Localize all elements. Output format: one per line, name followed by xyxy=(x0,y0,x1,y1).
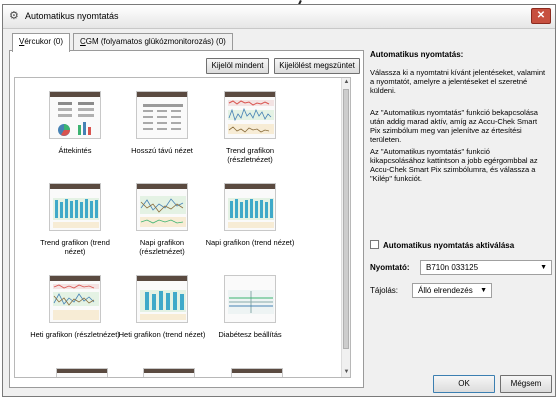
info-heading: Automatikus nyomtatás: xyxy=(370,50,464,59)
thumb-graphic xyxy=(228,100,274,134)
gear-icon: ⚙ xyxy=(9,10,19,22)
thumb-graphic xyxy=(140,290,186,320)
info-paragraph-2: Az "Automatikus nyomtatás" funkció bekap… xyxy=(370,108,538,144)
report-label: Diabétesz beállítás xyxy=(218,330,282,339)
chevron-down-icon: ▼ xyxy=(540,264,547,271)
orientation-label: Tájolás: xyxy=(370,286,399,295)
long-term-report-icon xyxy=(136,91,188,139)
report-label: Napi grafikon (trend nézet) xyxy=(205,238,295,247)
thumb-graphic xyxy=(58,102,94,136)
report-grid-scrollbar[interactable]: ▲ ▼ xyxy=(341,78,350,377)
trend-detail-report-icon xyxy=(224,91,276,139)
orientation-select[interactable]: Álló elrendezés ▼ xyxy=(412,283,492,298)
report-label: Heti grafikon (részletnézet) xyxy=(30,330,120,339)
tab-cgm[interactable]: CGM (folyamatos glükózmonitorozás) (0) xyxy=(73,33,233,51)
daily-detail-report-icon xyxy=(136,183,188,231)
cancel-button[interactable]: Mégsem xyxy=(500,375,552,393)
report-tile-partial xyxy=(56,368,108,377)
orientation-value: Álló elrendezés xyxy=(418,286,473,295)
select-all-button[interactable]: Kijelöl mindent xyxy=(206,58,269,74)
report-tile-partial xyxy=(231,368,283,377)
report-label: Heti grafikon (trend nézet) xyxy=(118,330,206,339)
diabetes-settings-report-icon xyxy=(224,275,276,323)
report-tile[interactable]: Heti grafikon (trend nézet) xyxy=(117,275,207,339)
thumb-header xyxy=(57,369,107,373)
thumb-graphic xyxy=(143,104,183,130)
report-label: Hosszú távú nézet xyxy=(131,146,193,155)
daily-trend-report-icon xyxy=(224,183,276,231)
auto-print-toggle[interactable]: Automatikus nyomtatás aktiválása xyxy=(370,240,514,250)
scroll-thumb[interactable] xyxy=(343,89,349,349)
auto-print-label: Automatikus nyomtatás aktiválása xyxy=(383,241,515,250)
thumb-header xyxy=(232,369,282,373)
overview-report-icon xyxy=(49,91,101,139)
report-grid: Áttekintés Hosszú távú nézet Trend grafi… xyxy=(14,77,351,378)
close-button[interactable]: ✕ xyxy=(531,8,551,24)
printer-label: Nyomtató: xyxy=(370,263,410,272)
report-label: Áttekintés xyxy=(58,146,92,155)
report-tile[interactable]: Napi grafikon (részletnézet) xyxy=(117,183,207,256)
report-tile[interactable]: Heti grafikon (részletnézet) xyxy=(30,275,120,339)
trend-trend-report-icon xyxy=(49,183,101,231)
info-paragraph-1: Válassza ki a nyomtatni kívánt jelentése… xyxy=(370,68,546,95)
report-tile[interactable]: Áttekintés xyxy=(30,91,120,155)
clear-selection-button[interactable]: Kijelölést megszüntet xyxy=(274,58,360,74)
tab-label-rest: ércukor (0) xyxy=(24,37,64,46)
tab-label-rest: GM (folyamatos glükózmonitorozás) (0) xyxy=(85,37,226,46)
report-tile[interactable]: Diabétesz beállítás xyxy=(205,275,295,339)
thumb-header xyxy=(144,369,194,373)
report-label: Napi grafikon (részletnézet) xyxy=(139,238,185,256)
weekly-trend-report-icon xyxy=(136,275,188,323)
printer-select[interactable]: B710n 033125 ▼ xyxy=(420,260,552,275)
thumb-graphic xyxy=(53,198,99,228)
report-tile-partial xyxy=(143,368,195,377)
report-tile[interactable]: Napi grafikon (trend nézet) xyxy=(205,183,295,247)
printer-value: B710n 033125 xyxy=(426,263,479,272)
thumb-graphic xyxy=(53,284,99,320)
ok-button[interactable]: OK xyxy=(433,375,495,393)
thumb-graphic xyxy=(228,290,274,314)
report-label: Trend grafikon (részletnézet) xyxy=(225,146,275,164)
title-bar: ⚙ Automatikus nyomtatás ✕ xyxy=(3,5,555,29)
info-paragraph-3: Az "Automatikus nyomtatás" funkció kikap… xyxy=(370,147,538,183)
weekly-detail-report-icon xyxy=(49,275,101,323)
report-tile[interactable]: Trend grafikon (részletnézet) xyxy=(205,91,295,164)
report-tile[interactable]: Trend grafikon (trend nézet) xyxy=(30,183,120,256)
window-title: Automatikus nyomtatás xyxy=(25,11,119,21)
report-label: Trend grafikon (trend nézet) xyxy=(40,238,110,256)
report-tile[interactable]: Hosszú távú nézet xyxy=(117,91,207,155)
chevron-down-icon: ▼ xyxy=(480,287,487,294)
scroll-up-arrow-icon[interactable]: ▲ xyxy=(342,78,350,87)
tab-blood-glucose[interactable]: Vércukor (0) xyxy=(12,33,71,52)
auto-print-checkbox[interactable] xyxy=(370,240,379,249)
scroll-down-arrow-icon[interactable]: ▼ xyxy=(342,368,350,377)
thumb-graphic xyxy=(228,198,274,228)
thumb-graphic xyxy=(140,196,186,227)
